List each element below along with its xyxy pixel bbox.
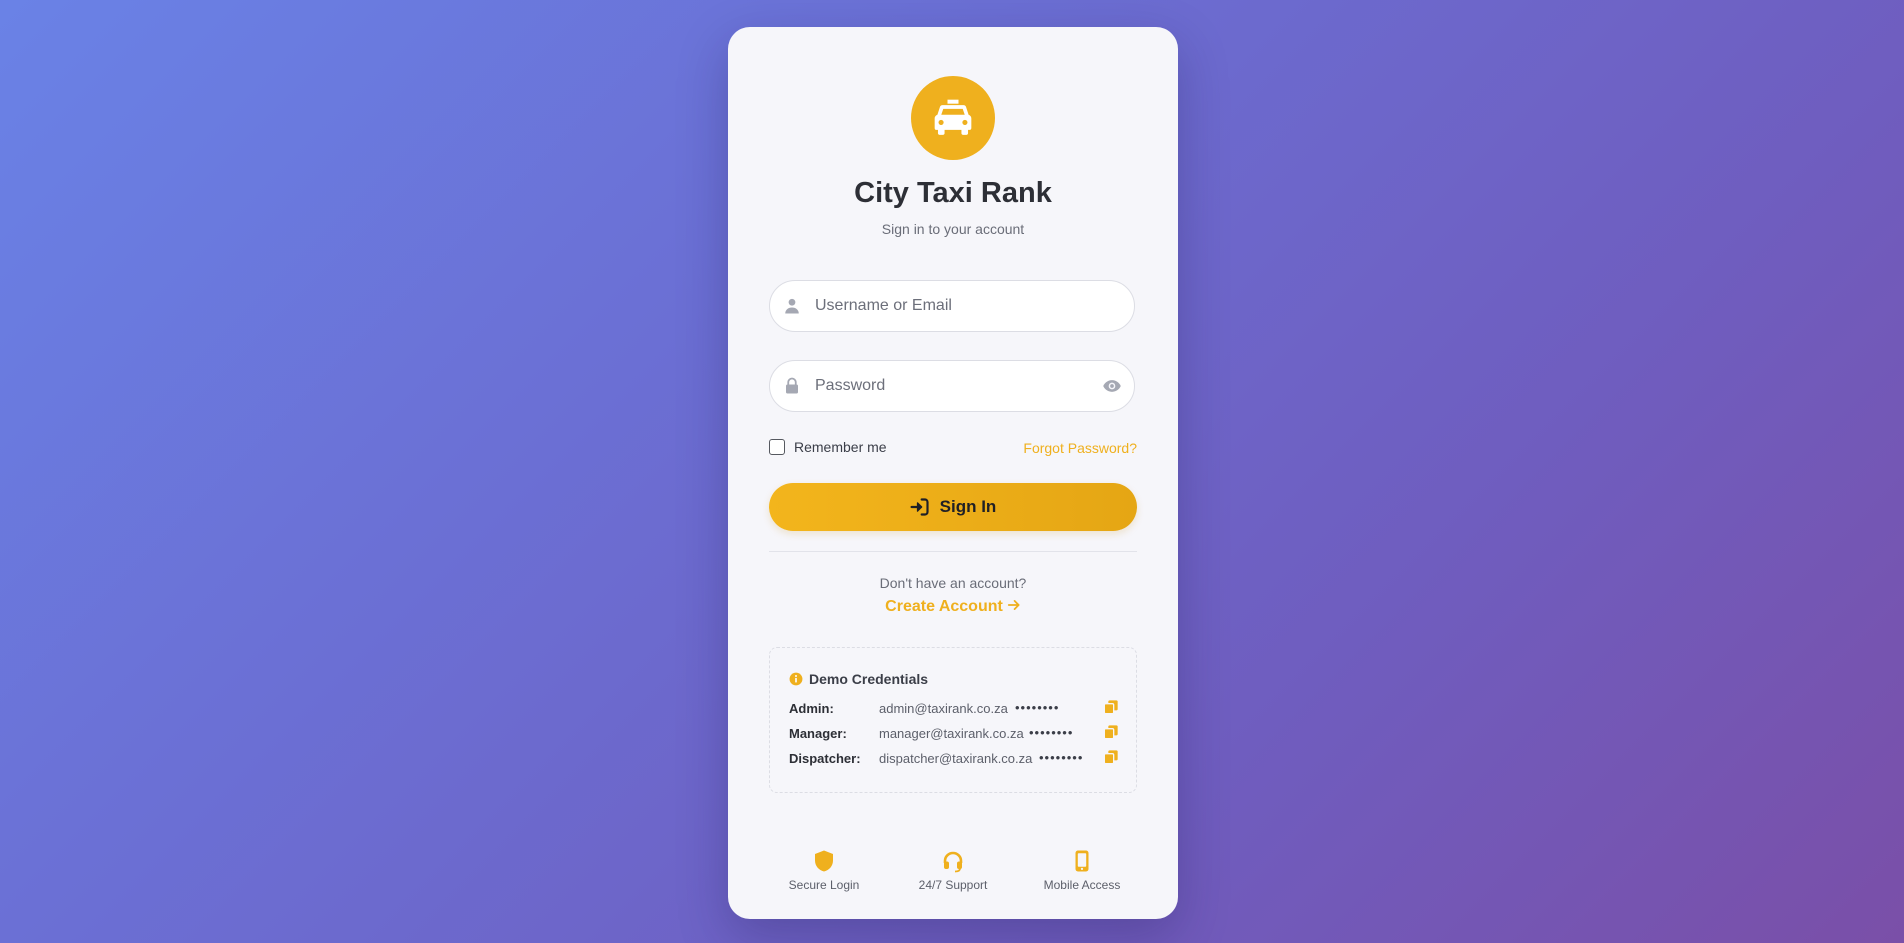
- taxi-icon: [934, 99, 972, 135]
- credential-email: manager@taxirank.co.za: [879, 726, 1024, 741]
- credential-row-manager: Manager: manager@taxirank.co.za ••••••••: [789, 724, 1119, 746]
- create-account-label: Create Account: [885, 598, 1003, 615]
- credential-role: Admin:: [789, 701, 834, 716]
- feature-mobile-access: Mobile Access: [1027, 849, 1137, 892]
- copy-icon[interactable]: [1103, 699, 1119, 715]
- create-account-link[interactable]: Create Account: [728, 598, 1178, 616]
- credential-password: ••••••••: [1015, 700, 1060, 715]
- forgot-password-link[interactable]: Forgot Password?: [1023, 440, 1137, 456]
- eye-icon[interactable]: [1102, 376, 1122, 396]
- app-title: City Taxi Rank: [854, 177, 1052, 209]
- password-input[interactable]: [815, 361, 1085, 411]
- username-input[interactable]: [815, 281, 1085, 331]
- credential-row-dispatcher: Dispatcher: dispatcher@taxirank.co.za ••…: [789, 749, 1119, 771]
- username-field-wrapper: [769, 280, 1135, 332]
- feature-label: Mobile Access: [1043, 878, 1121, 892]
- user-icon: [785, 298, 799, 314]
- sign-in-button[interactable]: Sign In: [769, 483, 1137, 531]
- login-card: City Taxi Rank Sign in to your account R…: [728, 27, 1178, 919]
- copy-icon[interactable]: [1103, 749, 1119, 765]
- remember-checkbox[interactable]: [769, 439, 785, 455]
- remember-me: Remember me: [769, 439, 887, 455]
- remember-label[interactable]: Remember me: [794, 439, 887, 455]
- feature-label: 24/7 Support: [918, 878, 988, 892]
- password-field-wrapper: [769, 360, 1135, 412]
- credential-email: dispatcher@taxirank.co.za: [879, 751, 1033, 766]
- demo-credentials-title: Demo Credentials: [789, 671, 928, 687]
- shield-icon: [815, 850, 833, 872]
- lock-icon: [786, 377, 798, 394]
- no-account-text: Don't have an account?: [879, 575, 1027, 591]
- credential-email: admin@taxirank.co.za: [879, 701, 1008, 716]
- feature-support: 24/7 Support: [898, 849, 1008, 892]
- app-subtitle: Sign in to your account: [881, 221, 1025, 237]
- info-icon: [789, 672, 803, 686]
- demo-credentials-panel: Demo Credentials Admin: admin@taxirank.c…: [769, 647, 1137, 793]
- headset-icon: [943, 851, 963, 873]
- taxi-logo: [911, 76, 995, 160]
- credential-password: ••••••••: [1039, 750, 1084, 765]
- copy-icon[interactable]: [1103, 724, 1119, 740]
- arrow-right-icon: [1007, 600, 1020, 610]
- sign-in-label: Sign In: [939, 497, 997, 516]
- credential-row-admin: Admin: admin@taxirank.co.za ••••••••: [789, 699, 1119, 721]
- feature-label: Secure Login: [788, 878, 860, 892]
- credential-role: Manager:: [789, 726, 847, 741]
- feature-secure-login: Secure Login: [769, 849, 879, 892]
- divider: [769, 551, 1137, 552]
- credential-role: Dispatcher:: [789, 751, 861, 766]
- credential-password: ••••••••: [1029, 725, 1074, 740]
- demo-title-text: Demo Credentials: [809, 671, 929, 687]
- mobile-icon: [1075, 850, 1089, 872]
- sign-in-icon: [910, 498, 929, 516]
